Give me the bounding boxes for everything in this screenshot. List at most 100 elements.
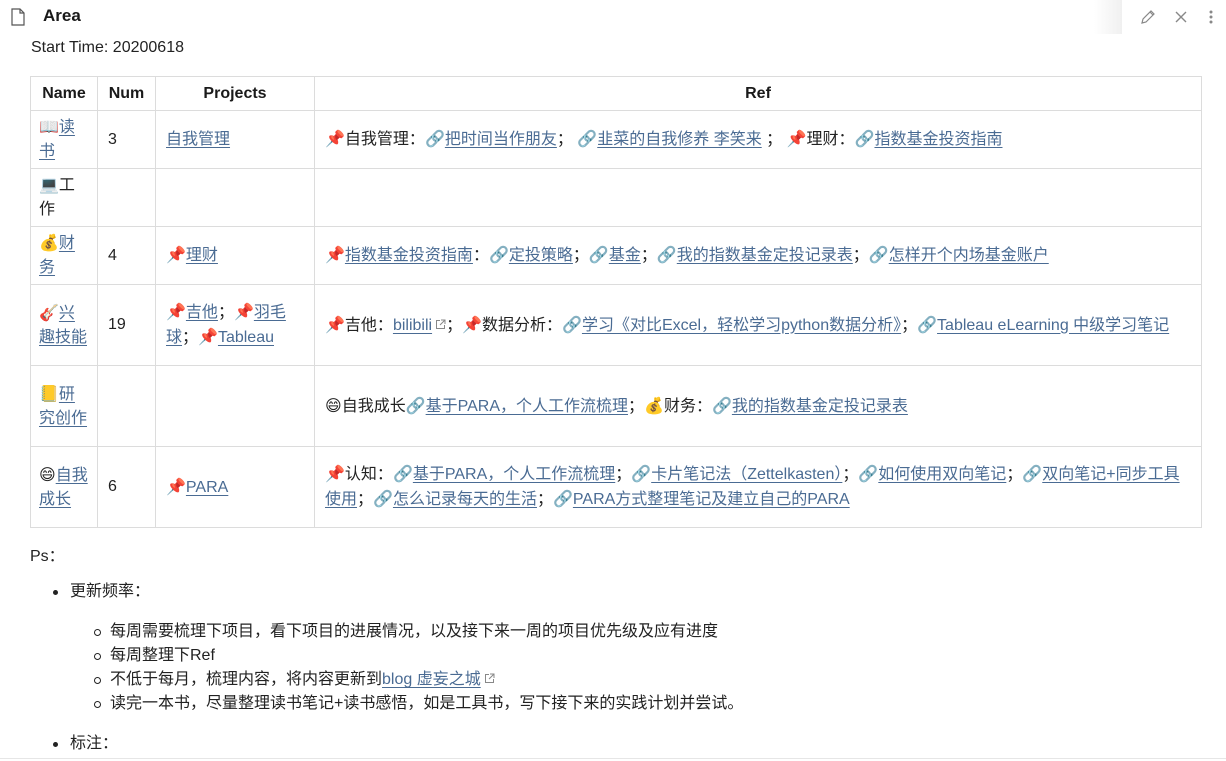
title-bar-actions	[1122, 0, 1226, 34]
area-emoji-icon: 😄	[39, 464, 56, 484]
ref-link[interactable]: 我的指数基金定投记录表	[677, 247, 853, 264]
link-chain-icon: 🔗	[711, 395, 732, 415]
bullet-dot-icon	[53, 590, 58, 595]
ref-link[interactable]: 学习《对比Excel，轻松学习python数据分析》	[582, 317, 901, 334]
ref-link[interactable]: 定投策略	[509, 247, 573, 264]
project-link[interactable]: PARA	[186, 479, 228, 496]
ref-text: ；	[842, 466, 859, 483]
ref-link[interactable]: bilibili	[393, 317, 432, 334]
cell-projects: 自我管理	[155, 110, 315, 169]
link-chain-icon: 🔗	[562, 314, 582, 334]
link-chain-icon: 🔗	[917, 314, 938, 334]
area-emoji-icon: 💰	[39, 233, 59, 252]
cell-ref: 📌吉他：bilibili ；📌数据分析：🔗学习《对比Excel，轻松学习pytho…	[314, 284, 1202, 366]
list-item-text: 读完一本书，尽量整理读书笔记+读书感悟，如是工具书，写下接下来的实践计划并尝试。	[110, 695, 744, 712]
ref-text: ；	[446, 316, 463, 334]
pin-icon: 💰	[644, 395, 664, 415]
table-row: 📖读书 3 自我管理 📌自我管理：🔗把时间当作朋友； 🔗韭菜的自我修养 李笑来 ； 📌…	[30, 110, 1202, 169]
list-item-text: 不低于每月，梳理内容，将内容更新到	[110, 671, 383, 688]
list-item-note: 标注：	[53, 732, 119, 756]
cell-num	[97, 365, 156, 447]
blog-link[interactable]: blog 虚妄之城	[382, 671, 481, 688]
pin-icon: 📌	[325, 314, 345, 334]
ref-text: 吉他：	[344, 316, 393, 334]
link-chain-icon: 🔗	[552, 489, 573, 508]
cell-projects: 📌吉他；📌羽毛球；📌Tableau	[155, 284, 315, 366]
cell-projects	[155, 365, 315, 447]
pin-icon: 📌	[325, 129, 345, 148]
project-link[interactable]: 自我管理	[166, 131, 230, 148]
ref-text: 数据分析：	[482, 316, 563, 334]
area-emoji-icon: 🎸	[39, 302, 59, 322]
header-ref: Ref	[314, 76, 1202, 111]
table-row: 😄自我成长 6 📌PARA 📌认知：🔗基于PARA，个人工作流梳理；🔗卡片笔记法（Ze…	[30, 446, 1202, 528]
ref-link[interactable]: 卡片笔记法（Zettelkasten）	[651, 466, 842, 483]
ref-text: ；	[628, 397, 645, 415]
ref-link[interactable]: PARA方式整理笔记及建立自己的PARA	[573, 491, 850, 508]
ref-link[interactable]: 怎么记录每天的生活	[393, 491, 537, 508]
link-chain-icon: 🔗	[656, 245, 677, 264]
area-emoji-icon: 📒	[39, 383, 59, 403]
list-item: 不低于每月，梳理内容，将内容更新到blog 虚妄之城	[94, 668, 495, 692]
ref-text: ；	[357, 491, 374, 508]
ref-link[interactable]: 把时间当作朋友	[445, 131, 557, 148]
close-icon[interactable]	[1172, 8, 1190, 26]
project-link[interactable]: 理财	[186, 247, 218, 264]
cell-num	[97, 168, 156, 227]
ref-link[interactable]: 韭菜的自我修养 李笑来	[597, 131, 761, 148]
ref-text: 理财：	[806, 131, 855, 148]
table-row: 📒研究创作 😄自我成长🔗基于PARA，个人工作流梳理；💰财务：🔗我的指数基金定投记…	[30, 365, 1202, 447]
ref-text: 自我管理：	[344, 131, 425, 148]
title-bar-fade	[1094, 0, 1122, 34]
ref-link[interactable]: 指数基金投资指南	[874, 131, 1002, 148]
more-vertical-icon[interactable]	[1206, 8, 1216, 26]
link-chain-icon: 🔗	[1022, 464, 1043, 483]
pin-icon: 📌	[325, 464, 345, 483]
pin-icon: 📌	[233, 302, 254, 321]
cell-ref	[314, 168, 1202, 227]
list-item: 每周整理下Ref	[94, 644, 215, 668]
cell-num: 4	[97, 226, 156, 285]
cell-name: 🎸兴趣技能	[30, 284, 98, 366]
start-time: Start Time: 20200618	[31, 39, 184, 56]
ref-link[interactable]: 基于PARA，个人工作流梳理	[426, 398, 628, 415]
bullet-circle-icon	[94, 677, 101, 684]
cell-num: 3	[97, 110, 156, 169]
ref-link[interactable]: Tableau eLearning 中级学习笔记	[937, 317, 1169, 334]
project-link[interactable]: Tableau	[218, 329, 274, 346]
ref-link[interactable]: 指数基金投资指南	[345, 247, 473, 264]
ref-link[interactable]: 如何使用双向笔记	[878, 466, 1006, 483]
ref-link[interactable]: 我的指数基金定投记录表	[732, 398, 908, 415]
cell-projects: 📌PARA	[155, 446, 315, 528]
note-label: 标注：	[70, 735, 119, 752]
cell-name: 📖读书	[30, 110, 98, 169]
cell-ref: 📌自我管理：🔗把时间当作朋友； 🔗韭菜的自我修养 李笑来 ； 📌理财：🔗指数基金…	[314, 110, 1202, 169]
ref-link[interactable]: 基于PARA，个人工作流梳理	[413, 466, 615, 483]
ref-link[interactable]: 怎样开个内场基金账户	[889, 247, 1049, 264]
ref-link[interactable]: 基金	[609, 247, 641, 264]
link-chain-icon: 🔗	[392, 464, 413, 483]
link-chain-icon: 🔗	[858, 464, 879, 483]
ref-text: ；	[1006, 466, 1023, 483]
ref-text: ；	[556, 131, 578, 148]
cell-num: 6	[97, 446, 156, 528]
pencil-icon[interactable]	[1139, 8, 1157, 26]
link-chain-icon: 🔗	[588, 245, 609, 264]
project-link[interactable]: 吉他	[186, 304, 218, 321]
pin-icon: 📌	[166, 245, 186, 264]
cell-ref: 📌认知：🔗基于PARA，个人工作流梳理；🔗卡片笔记法（Zettelkasten）…	[314, 446, 1202, 528]
header-name: Name	[30, 76, 98, 111]
link-chain-icon: 🔗	[405, 395, 426, 415]
ref-text: ；	[615, 466, 632, 483]
list-item-text: 每周整理下Ref	[110, 647, 215, 664]
ref-text: ；	[640, 247, 657, 264]
list-item: 读完一本书，尽量整理读书笔记+读书感悟，如是工具书，写下接下来的实践计划并尝试。	[94, 692, 744, 716]
area-table: Name Num Projects Ref 📖读书 3 自我管理 📌自我管理：🔗把时间…	[30, 76, 1202, 528]
bottom-divider	[0, 758, 1226, 759]
link-chain-icon: 🔗	[868, 245, 889, 264]
cell-name: 💻工作	[30, 168, 98, 227]
separator: ；	[182, 329, 199, 346]
bullet-circle-icon	[94, 629, 101, 636]
cell-ref: 😄自我成长🔗基于PARA，个人工作流梳理；💰财务：🔗我的指数基金定投记录表	[314, 365, 1202, 447]
separator: ；	[217, 304, 234, 321]
